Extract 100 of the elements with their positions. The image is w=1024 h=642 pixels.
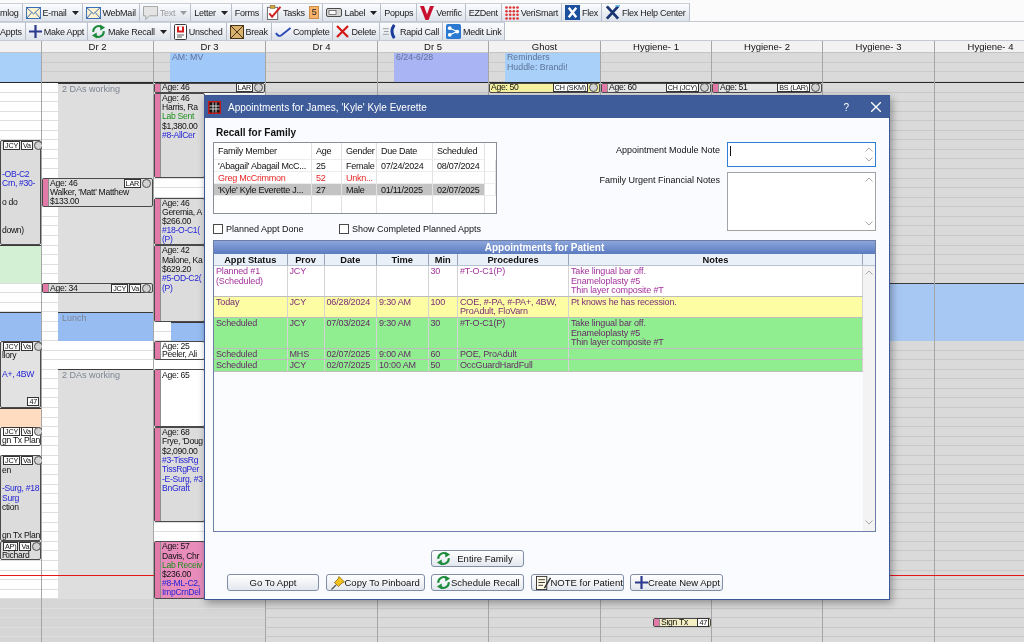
toolbar-button[interactable]: mlog: [0, 3, 23, 21]
appointment-block[interactable]: Age: 65: [154, 369, 205, 427]
column-header[interactable]: Appt Status: [214, 254, 288, 265]
toolbar-button[interactable]: E-mail: [22, 3, 83, 21]
table-cell: 9:30 AM: [377, 296, 429, 317]
scroll-down-icon[interactable]: [865, 157, 873, 162]
column-header[interactable]: Family Member: [214, 143, 312, 160]
note-field[interactable]: [727, 172, 876, 231]
column-header[interactable]: Min: [428, 254, 458, 265]
caret-icon[interactable]: [159, 29, 167, 34]
column-header[interactable]: Age: [312, 143, 342, 160]
table-cell: 27: [312, 184, 342, 196]
toolbar-button[interactable]: Letter: [191, 3, 232, 21]
table-cell: Planned #1 (Scheduled): [214, 266, 288, 296]
toolbar-button[interactable]: WebMail: [82, 3, 140, 21]
column-header[interactable]: Prov: [287, 254, 325, 265]
table-cell: Male: [342, 184, 377, 196]
checkbox-label[interactable]: Planned Appt Done: [226, 224, 304, 234]
appointment-text: Sign Tx: [661, 617, 688, 627]
toolbar-button[interactable]: Flex Help Center: [602, 3, 690, 21]
appointment-block[interactable]: Age: 42 Malone, Ka $629.20 #5-OD-C2( (P): [154, 245, 205, 322]
column-header[interactable]: Due Date: [377, 143, 433, 160]
appointment-text: Lab Sent: [162, 112, 194, 122]
field-label: Family Urgent Financial Notes: [599, 174, 720, 185]
blockout-label: 2 DAs working: [62, 370, 121, 381]
scroll-up-icon[interactable]: [865, 177, 873, 182]
appointment-row[interactable]: Today JCY 06/28/2024 9:30 AM 100 COE, #-PA, #-PA+, 4BW, ProAdult, FloVarn Pt knows he has recession.: [214, 296, 863, 318]
toolbar-button[interactable]: EZDent: [465, 3, 502, 21]
toolbar-button[interactable]: Medit Link: [442, 22, 506, 40]
appointment-block[interactable]: Age: 57 Davis, Chr Lab Receiv $236.00 #8-ML-C2, ImpCrnDel: [154, 541, 205, 599]
toolbar-button[interactable]: Popups: [381, 3, 418, 21]
toolbar-button[interactable]: Rapid Call: [379, 22, 443, 40]
dialog-button[interactable]: NOTE for Patient: [530, 574, 624, 591]
appointment-block[interactable]: Age: 68 Frye, 'Doug $2,090.00 #3-TissRg TissRgPer -E-Surg, #3 BnGraft: [154, 426, 205, 523]
notepad-icon: [535, 575, 551, 590]
toolbar-button[interactable]: Verrific: [417, 3, 466, 21]
scrollbar[interactable]: [863, 266, 875, 531]
caret-icon[interactable]: [71, 10, 79, 15]
toolbar-button[interactable]: Delete: [333, 22, 380, 40]
field-label: Appointment Module Note: [615, 144, 720, 155]
note-field[interactable]: [727, 142, 876, 167]
help-button[interactable]: ?: [843, 101, 849, 113]
family-row[interactable]: 'Kyle' Kyle Everette J... 27 Male 01/11/2025 02/07/2025: [214, 184, 496, 196]
scroll-up-icon[interactable]: [865, 147, 873, 152]
column-header[interactable]: Notes: [569, 254, 863, 265]
checkbox-label[interactable]: Show Completed Planned Appts: [352, 224, 482, 234]
dialog-button[interactable]: Entire Family: [431, 550, 524, 567]
status-circle-icon: [700, 83, 709, 93]
toolbar-button[interactable]: VeriSmart: [501, 3, 563, 21]
appointment-row[interactable]: Scheduled JCY 07/03/2024 9:30 AM 30 #T-O-C1(P) Take lingual bar off. Enameloplasty #5 Thin layer composite #T: [214, 317, 863, 349]
table-cell: 01/11/2025: [377, 184, 433, 196]
column-header[interactable]: Time: [377, 254, 429, 265]
note-text: Reminders: [507, 53, 550, 63]
toolbar-button[interactable]: Complete: [271, 22, 334, 40]
appointment-text: $236.00: [162, 570, 191, 579]
close-icon[interactable]: [871, 102, 881, 112]
appointment-text: Age: 25: [162, 341, 190, 351]
toolbar-button[interactable]: Tasks 5: [262, 3, 324, 21]
dialog-button[interactable]: Create New Appt: [630, 574, 723, 591]
dialog-button[interactable]: Schedule Recall: [431, 574, 524, 591]
appointment-block[interactable]: Age: 46 Harris, Ra Lab Sent $1,380.00 #8-AllCer: [154, 92, 205, 179]
family-row[interactable]: 'Abagail' Abagail McC... 25 Female 07/24/2024 08/07/2024: [214, 160, 496, 172]
table-cell: 10:00 AM: [377, 360, 429, 371]
plus-icon: [635, 576, 648, 589]
toolbar-button[interactable]: Unsched: [170, 22, 227, 40]
dialog-button[interactable]: Go To Appt: [227, 574, 319, 591]
appointment-block[interactable]: Age: 46 Geremia, A $266.00 #18-O-C1( (P): [154, 197, 205, 246]
toolbar-button[interactable]: Flex: [562, 3, 603, 21]
appointment-text: down): [2, 225, 24, 235]
toolbar-button[interactable]: Forms: [231, 3, 263, 21]
appointment-text: Age: 68: [162, 427, 190, 437]
toolbar-button[interactable]: Make Appt: [25, 22, 89, 40]
scroll-up-icon[interactable]: [865, 270, 873, 275]
note-text: AM: MV: [172, 53, 204, 63]
toolbar-button[interactable]: Make Recall: [88, 22, 171, 40]
checkbox[interactable]: [339, 224, 349, 234]
checkbox[interactable]: [213, 224, 223, 234]
caret-icon[interactable]: [370, 10, 378, 15]
toolbar-button[interactable]: Appts: [0, 22, 26, 40]
column-header[interactable]: Procedures: [458, 254, 569, 265]
pin-icon: [330, 575, 345, 590]
dialog-button[interactable]: Copy To Pinboard: [325, 574, 425, 591]
cycle-arrows-icon: [436, 575, 451, 590]
appointment-row[interactable]: Planned #1 (Scheduled) JCY 30 #T-O-C1(P) Take lingual bar off. Enameloplasty #5 Thin layer composite #T: [214, 266, 863, 297]
appointment-text: Age: 60: [609, 83, 637, 93]
appointment-text: Age: 51: [720, 83, 748, 93]
scroll-down-icon[interactable]: [865, 520, 873, 525]
appointment-text: llory: [2, 351, 17, 361]
column-header[interactable]: Scheduled: [433, 143, 485, 160]
table-cell: #T-O-C1(P): [458, 266, 569, 296]
grid-icon: [208, 100, 221, 114]
caret-icon[interactable]: [220, 10, 228, 15]
scroll-down-icon[interactable]: [865, 221, 873, 226]
column-header[interactable]: Date: [324, 254, 377, 265]
appointment-row[interactable]: Scheduled JCY 02/07/2025 10:00 AM 50 OccGuardHardFull: [214, 360, 863, 372]
column-header[interactable]: Gender: [342, 143, 377, 160]
appointment-text: -Surg, #18: [2, 484, 40, 494]
toolbar-button[interactable]: Break: [226, 22, 272, 40]
appointment-text: #8-AllCer: [162, 131, 196, 140]
toolbar-button[interactable]: Label: [323, 3, 382, 21]
